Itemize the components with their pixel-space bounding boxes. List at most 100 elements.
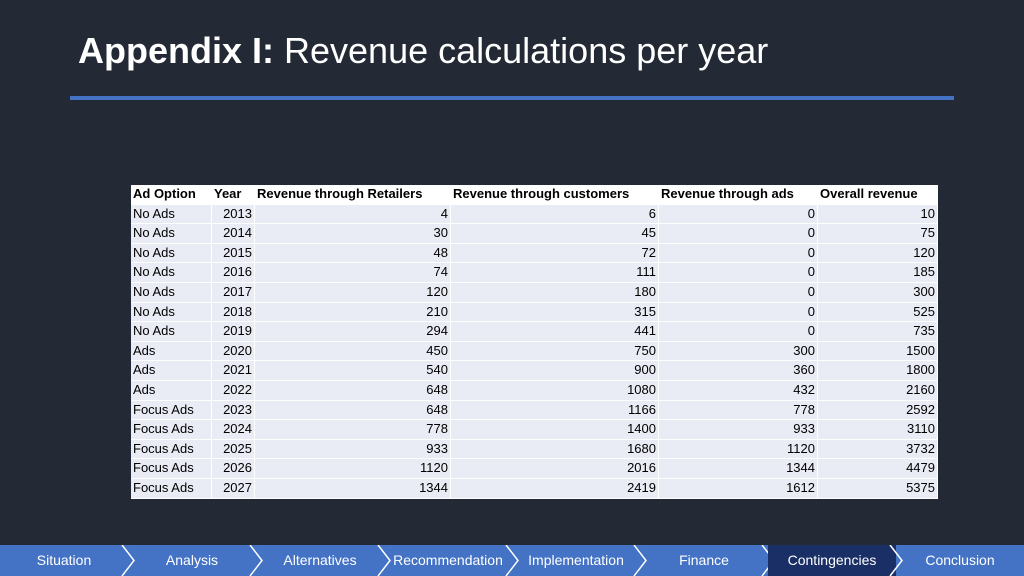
column-header: Overall revenue (817, 185, 938, 205)
value-cell: 648 (254, 400, 451, 421)
nav-item-finance[interactable]: Finance (640, 545, 768, 576)
year-cell: 2021 (211, 360, 255, 381)
value-cell: 300 (817, 282, 938, 303)
value-cell: 210 (254, 302, 451, 323)
value-cell: 1400 (450, 419, 659, 440)
slide-title: Appendix I: Revenue calculations per yea… (78, 30, 768, 72)
value-cell: 1166 (450, 400, 659, 421)
year-cell: 2022 (211, 380, 255, 401)
year-cell: 2014 (211, 223, 255, 244)
value-cell: 1800 (817, 360, 938, 381)
value-cell: 432 (658, 380, 818, 401)
table-row: Ads 2022 648 1080 432 2160 (131, 380, 938, 401)
value-cell: 900 (450, 360, 659, 381)
value-cell: 10 (817, 204, 938, 225)
nav-item-conclusion[interactable]: Conclusion (896, 545, 1024, 576)
ad-option-cell: Focus Ads (131, 400, 212, 421)
value-cell: 4479 (817, 458, 938, 479)
value-cell: 0 (658, 223, 818, 244)
value-cell: 5375 (817, 478, 938, 499)
year-cell: 2023 (211, 400, 255, 421)
year-cell: 2026 (211, 458, 255, 479)
ad-option-cell: Focus Ads (131, 439, 212, 460)
table-row: No Ads 2015 48 72 0 120 (131, 243, 938, 264)
value-cell: 315 (450, 302, 659, 323)
value-cell: 48 (254, 243, 451, 264)
year-cell: 2025 (211, 439, 255, 460)
value-cell: 1080 (450, 380, 659, 401)
nav-item-alternatives[interactable]: Alternatives (256, 545, 384, 576)
value-cell: 778 (254, 419, 451, 440)
value-cell: 933 (254, 439, 451, 460)
value-cell: 2160 (817, 380, 938, 401)
value-cell: 185 (817, 262, 938, 283)
ad-option-cell: Ads (131, 380, 212, 401)
value-cell: 360 (658, 360, 818, 381)
value-cell: 300 (658, 341, 818, 362)
value-cell: 0 (658, 302, 818, 323)
table-row: No Ads 2019 294 441 0 735 (131, 321, 938, 342)
value-cell: 441 (450, 321, 659, 342)
section-nav-bar: Situation Analysis Alternatives Recommendat… (0, 545, 1024, 576)
value-cell: 778 (658, 400, 818, 421)
year-cell: 2018 (211, 302, 255, 323)
slide-title-rest: Revenue calculations per year (274, 30, 769, 71)
value-cell: 750 (450, 341, 659, 362)
year-cell: 2016 (211, 262, 255, 283)
nav-item-contingencies[interactable]: Contingencies (768, 545, 896, 576)
table-row: Focus Ads 2026 1120 2016 1344 4479 (131, 458, 938, 479)
value-cell: 540 (254, 360, 451, 381)
value-cell: 74 (254, 262, 451, 283)
value-cell: 1612 (658, 478, 818, 499)
value-cell: 4 (254, 204, 451, 225)
table-row: No Ads 2013 4 6 0 10 (131, 204, 938, 225)
ad-option-cell: Focus Ads (131, 419, 212, 440)
table-row: Focus Ads 2025 933 1680 1120 3732 (131, 439, 938, 460)
value-cell: 1344 (254, 478, 451, 499)
nav-item-recommendation[interactable]: Recommendation (384, 545, 512, 576)
value-cell: 72 (450, 243, 659, 264)
value-cell: 2016 (450, 458, 659, 479)
ad-option-cell: Ads (131, 341, 212, 362)
value-cell: 1680 (450, 439, 659, 460)
value-cell: 180 (450, 282, 659, 303)
ad-option-cell: Ads (131, 360, 212, 381)
year-cell: 2020 (211, 341, 255, 362)
value-cell: 0 (658, 243, 818, 264)
value-cell: 525 (817, 302, 938, 323)
nav-item-implementation[interactable]: Implementation (512, 545, 640, 576)
value-cell: 1500 (817, 341, 938, 362)
value-cell: 45 (450, 223, 659, 244)
table-row: Ads 2021 540 900 360 1800 (131, 360, 938, 381)
table-body: No Ads 2013 4 6 0 10 No Ads 2014 30 45 0 75 No Ads 20… (131, 204, 938, 499)
value-cell: 1344 (658, 458, 818, 479)
value-cell: 75 (817, 223, 938, 244)
value-cell: 120 (817, 243, 938, 264)
table-row: No Ads 2018 210 315 0 525 (131, 302, 938, 323)
value-cell: 3732 (817, 439, 938, 460)
value-cell: 120 (254, 282, 451, 303)
ad-option-cell: No Ads (131, 243, 212, 264)
value-cell: 0 (658, 321, 818, 342)
ad-option-cell: Focus Ads (131, 478, 212, 499)
nav-item-situation[interactable]: Situation (0, 545, 128, 576)
column-header: Ad Option (131, 185, 212, 205)
slide-title-bold: Appendix I: (78, 30, 274, 71)
ad-option-cell: No Ads (131, 302, 212, 323)
ad-option-cell: No Ads (131, 321, 212, 342)
value-cell: 111 (450, 262, 659, 283)
column-header: Revenue through ads (658, 185, 818, 205)
year-cell: 2024 (211, 419, 255, 440)
value-cell: 2419 (450, 478, 659, 499)
value-cell: 0 (658, 262, 818, 283)
value-cell: 3110 (817, 419, 938, 440)
table-row: Focus Ads 2027 1344 2419 1612 5375 (131, 478, 938, 499)
value-cell: 2592 (817, 400, 938, 421)
year-cell: 2027 (211, 478, 255, 499)
value-cell: 30 (254, 223, 451, 244)
table-header-row: Ad Option Year Revenue through Retailers… (131, 185, 938, 205)
table-row: No Ads 2014 30 45 0 75 (131, 223, 938, 244)
column-header: Revenue through Retailers (254, 185, 451, 205)
table-row: Focus Ads 2024 778 1400 933 3110 (131, 419, 938, 440)
nav-item-analysis[interactable]: Analysis (128, 545, 256, 576)
